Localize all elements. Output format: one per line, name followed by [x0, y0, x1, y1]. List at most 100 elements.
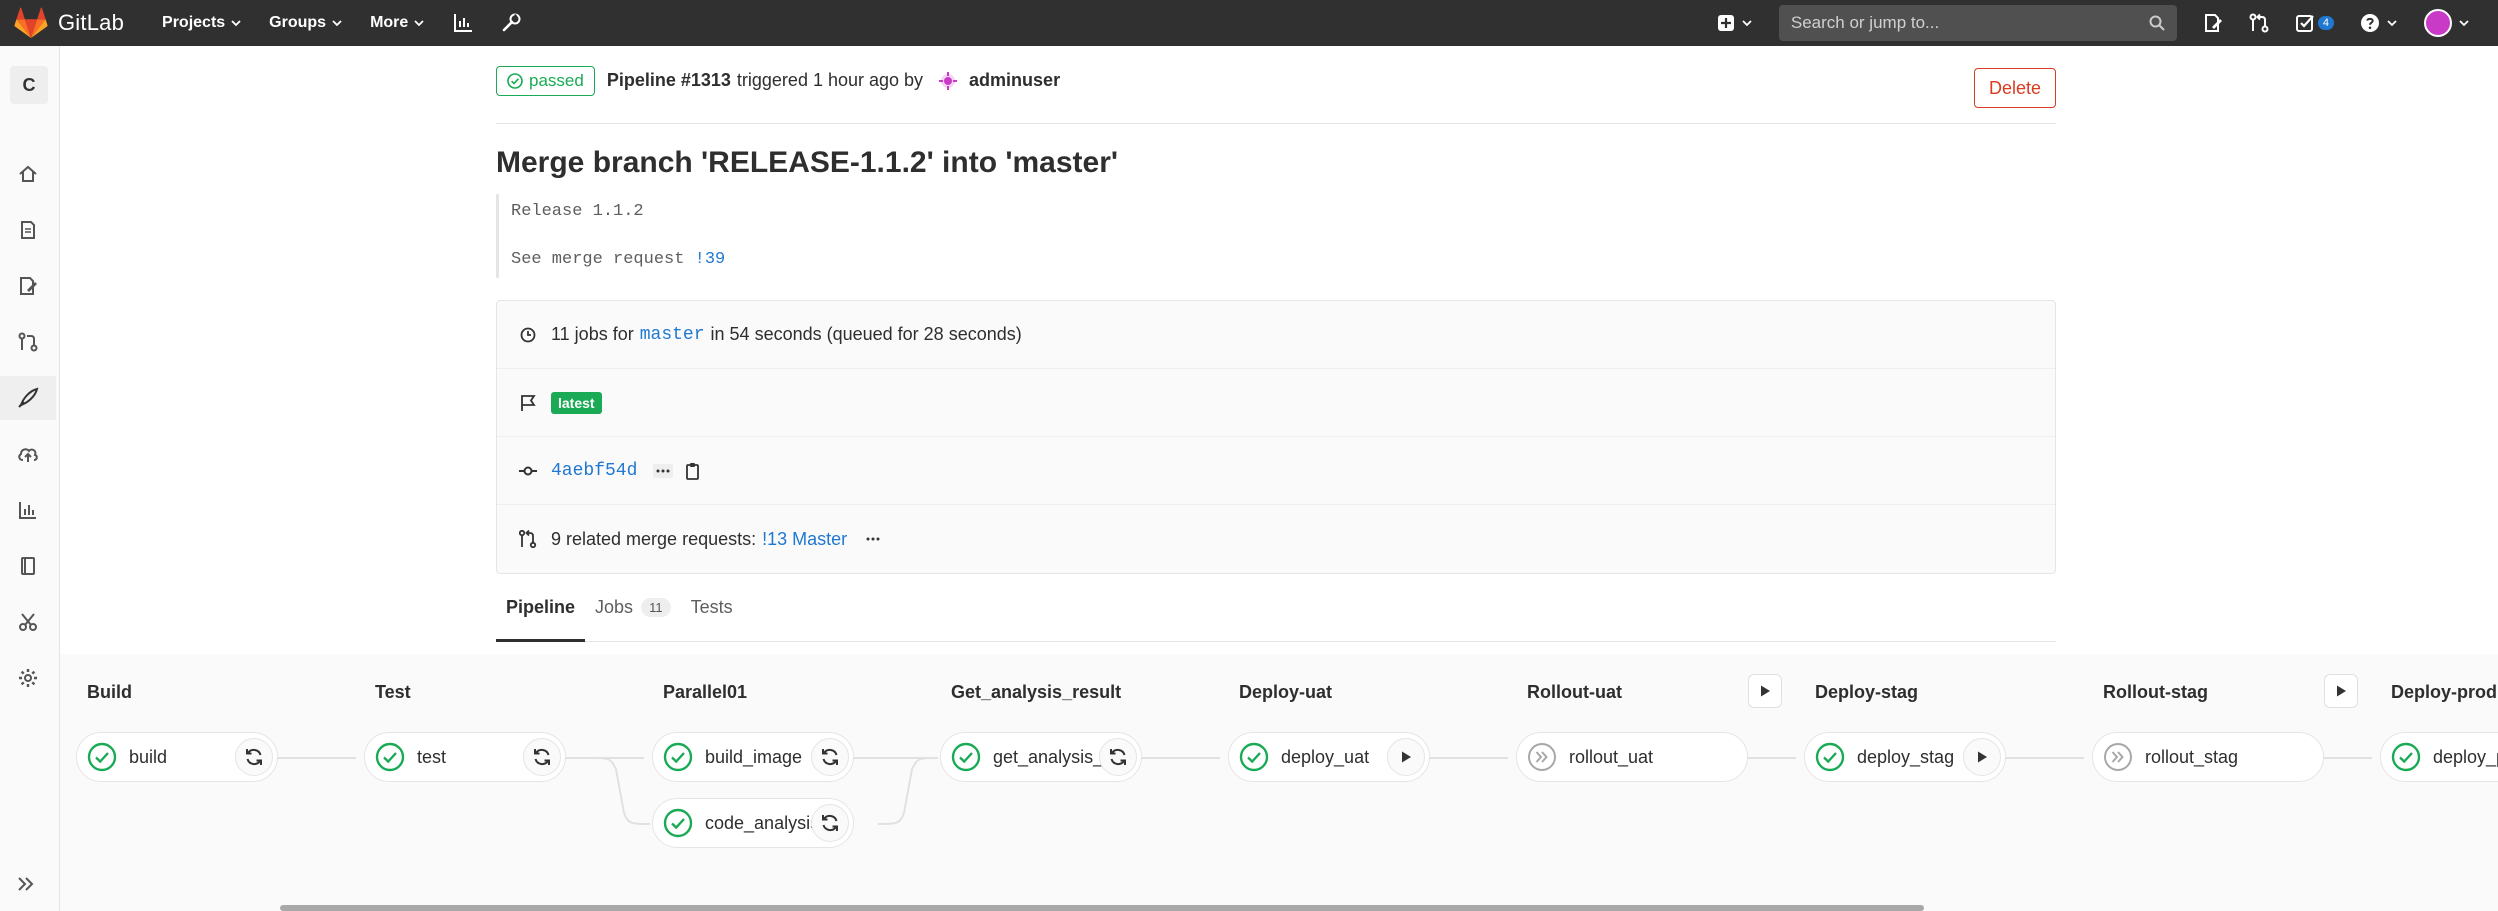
related-mr-link[interactable]: !13 Master [762, 529, 847, 550]
plus-square-icon [1717, 15, 1734, 31]
retry-job-button[interactable] [235, 738, 273, 776]
flag-icon [521, 394, 536, 411]
tags-row: latest [497, 369, 2055, 437]
job-name: rollout_uat [1569, 746, 1654, 767]
nav-more-dropdown[interactable]: More [370, 14, 424, 32]
job-code-analysis[interactable]: code_analysis [652, 798, 854, 848]
sidebar-item-merge-requests[interactable] [0, 320, 56, 364]
ellipsis-icon [656, 469, 670, 472]
job-name: rollout_stag [2145, 746, 2239, 767]
jobs-summary-prefix: 11 jobs for [551, 324, 634, 344]
sidebar-item-repository[interactable] [0, 208, 56, 252]
tab-tests-label: Tests [690, 596, 733, 617]
chevron-down-icon [332, 20, 342, 27]
more-related-mrs-button[interactable] [863, 532, 883, 546]
issues-icon[interactable] [2203, 13, 2223, 33]
todos-link[interactable]: 4 [2295, 13, 2334, 33]
stage-title: Deploy-uat [1239, 682, 1333, 702]
job-deploy-uat[interactable]: deploy_uat [1228, 732, 1430, 782]
pipeline-user-link[interactable]: adminuser [969, 70, 1060, 91]
new-item-dropdown[interactable] [1717, 14, 1753, 32]
job-test[interactable]: test [364, 732, 566, 782]
nav-projects-label: Projects [162, 14, 226, 31]
stage-build: Build build [60, 654, 348, 911]
tab-jobs[interactable]: Jobs 11 [585, 573, 681, 641]
sidebar-item-settings[interactable] [0, 656, 56, 700]
help-dropdown[interactable] [2360, 13, 2398, 33]
job-deploy-stag[interactable]: deploy_stag [1804, 732, 2006, 782]
merge-requests-icon[interactable] [2249, 13, 2269, 33]
retry-job-button[interactable] [523, 738, 561, 776]
clock-icon [520, 327, 536, 342]
retry-job-button[interactable] [811, 804, 849, 842]
job-rollout-uat[interactable]: rollout_uat [1516, 732, 1748, 782]
status-success-icon [663, 742, 693, 772]
sidebar-item-ci-cd[interactable] [0, 376, 56, 420]
pipeline-graph: Build build Test test Parallel01 build_i… [60, 654, 2498, 911]
chevron-down-icon [414, 20, 424, 27]
stage-deploy-stag: Deploy-stag deploy_stag [1788, 654, 2076, 911]
job-name: test [417, 746, 447, 767]
commit-description-line1: Release 1.1.2 [511, 202, 644, 221]
merge-request-icon [18, 332, 38, 352]
play-icon [1761, 685, 1770, 697]
sidebar-item-snippets[interactable] [0, 600, 56, 644]
commit-sha-link[interactable]: 4aebf54d [551, 461, 637, 481]
play-icon [2337, 685, 2346, 697]
commit-description: Release 1.1.2 See merge request !39 [496, 194, 2056, 278]
tab-pipeline[interactable]: Pipeline [496, 573, 586, 642]
job-name: build_image [705, 746, 803, 767]
help-question-icon [2361, 14, 2379, 32]
user-menu-dropdown[interactable] [2424, 9, 2470, 37]
tab-tests[interactable]: Tests [681, 573, 743, 641]
play-job-button[interactable] [1963, 738, 2001, 776]
sidebar-item-wiki[interactable] [0, 544, 56, 588]
pipeline-status-badge[interactable]: passed [496, 65, 595, 96]
search-input[interactable]: Search or jump to... [1778, 5, 2177, 41]
retry-job-button[interactable] [811, 738, 849, 776]
nav-groups-label: Groups [269, 14, 327, 31]
sidebar-item-project-overview[interactable] [0, 152, 56, 196]
status-success-icon [951, 742, 981, 772]
gitlab-home-link[interactable]: GitLab [14, 0, 124, 46]
collapse-sidebar-icon[interactable] [16, 876, 36, 892]
job-deploy-prod[interactable]: deploy_prod [2380, 732, 2498, 782]
todo-check-icon [2295, 15, 2314, 32]
rocket-icon [18, 387, 39, 408]
copy-clipboard-icon[interactable] [685, 462, 701, 480]
nav-groups-dropdown[interactable]: Groups [269, 14, 342, 32]
chevron-down-icon [2387, 20, 2397, 27]
branch-link[interactable]: master [640, 325, 705, 345]
top-navbar: GitLab Projects Groups More Search or ju… [0, 0, 2498, 46]
delete-pipeline-button[interactable]: Delete [1973, 68, 2056, 108]
user-avatar-icon [939, 71, 958, 90]
sidebar-item-issues[interactable] [0, 264, 56, 308]
sidebar-item-operations[interactable] [0, 432, 56, 476]
job-build[interactable]: build [76, 732, 278, 782]
play-stage-button[interactable] [2324, 674, 2358, 708]
chevron-down-icon [231, 20, 241, 27]
stage-rollout-stag: Rollout-stag rollout_stag [2076, 654, 2364, 911]
sidebar-item-analytics[interactable] [0, 488, 56, 532]
play-stage-button[interactable] [1748, 674, 1782, 708]
document-icon [21, 221, 35, 239]
retry-icon [822, 815, 838, 831]
merge-request-link[interactable]: !39 [695, 250, 726, 269]
commit-row: 4aebf54d [497, 437, 2055, 505]
merge-request-icon [519, 529, 537, 549]
retry-job-button[interactable] [1099, 738, 1137, 776]
activity-chart-icon[interactable] [452, 12, 474, 34]
job-name: code_analysis [705, 812, 820, 833]
job-build-image[interactable]: build_image [652, 732, 854, 782]
nav-projects-dropdown[interactable]: Projects [162, 14, 241, 32]
play-job-button[interactable] [1387, 738, 1425, 776]
toggle-commit-message-button[interactable] [653, 463, 674, 478]
search-placeholder: Search or jump to... [1790, 13, 1940, 32]
horizontal-scrollbar[interactable] [280, 905, 1924, 911]
job-rollout-stag[interactable]: rollout_stag [2092, 732, 2324, 782]
project-avatar[interactable]: C [10, 66, 48, 104]
home-icon [19, 165, 37, 182]
admin-wrench-icon[interactable] [500, 12, 522, 34]
job-get-analysis-result[interactable]: get_analysis_re... [940, 732, 1142, 782]
play-icon [1402, 751, 1411, 763]
